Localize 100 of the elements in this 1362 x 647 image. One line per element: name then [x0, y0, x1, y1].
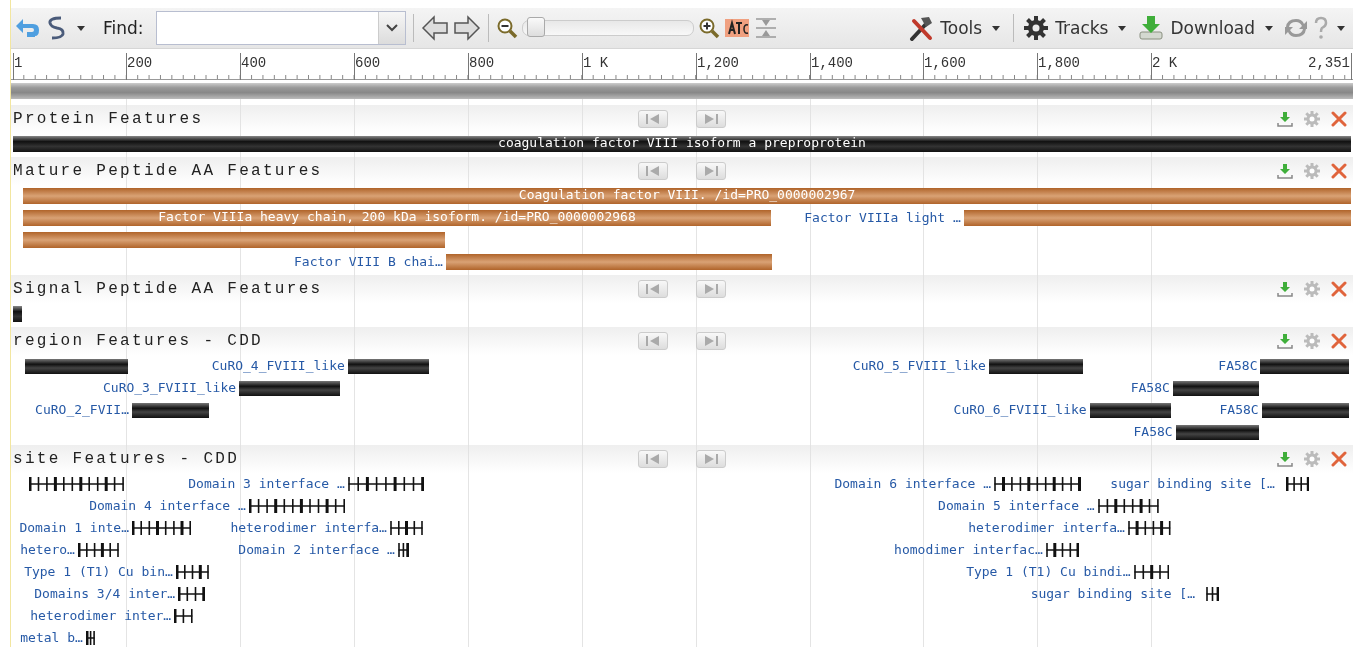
skip-start-icon: [646, 335, 660, 347]
refresh-icon[interactable]: [1283, 16, 1309, 40]
scroll-left-button[interactable]: [638, 332, 668, 350]
site-marker[interactable]: [174, 608, 194, 624]
ruler-label: 600: [355, 55, 381, 71]
download-icon[interactable]: [1277, 333, 1293, 349]
feature-bar[interactable]: [13, 306, 23, 322]
feature-label[interactable]: FA58C: [1219, 401, 1259, 419]
feature-label[interactable]: Domain 6 interface …: [834, 475, 991, 493]
site-marker[interactable]: [1205, 586, 1219, 602]
feature-label[interactable]: heterodimer interfa…: [230, 519, 387, 537]
feature-label[interactable]: Domain 1 inte…: [19, 519, 129, 537]
slider-thumb[interactable]: [527, 17, 546, 37]
download-icon[interactable]: [1277, 281, 1293, 297]
scroll-right-button[interactable]: [696, 450, 726, 468]
close-icon[interactable]: [1331, 111, 1347, 127]
feature-bar[interactable]: coagulation factor VIII isoform a preproprotein: [13, 136, 1351, 152]
feature-label[interactable]: Domain 4 interface …: [89, 497, 246, 515]
scroll-left-button[interactable]: [638, 110, 668, 128]
feature-label[interactable]: homodimer interfac…: [894, 541, 1043, 559]
feature-label[interactable]: Domain 5 interface …: [938, 497, 1095, 515]
site-marker[interactable]: [347, 476, 424, 492]
site-marker[interactable]: [994, 476, 1081, 492]
ruler-label: 200: [127, 55, 153, 71]
feature-label[interactable]: Domain 2 interface …: [238, 541, 395, 559]
feature-label[interactable]: CuRO_3_FVIII_like: [103, 379, 237, 397]
feature-label[interactable]: CuRO_6_FVIII_like: [953, 401, 1087, 419]
close-icon[interactable]: [1331, 281, 1347, 297]
feature-label[interactable]: FA58C: [1130, 379, 1170, 397]
site-marker[interactable]: [1127, 520, 1171, 536]
pan-right-icon[interactable]: [452, 15, 481, 41]
site-marker[interactable]: [1285, 476, 1309, 492]
menu-button[interactable]: Tools: [906, 15, 1007, 41]
feature-label[interactable]: Type 1 (T1) Cu bin…: [24, 563, 173, 581]
feature-label[interactable]: sugar binding site […: [1110, 475, 1283, 493]
download-icon[interactable]: [1277, 163, 1293, 179]
tools-icon: [908, 15, 935, 41]
feature-label[interactable]: FA58C: [1218, 357, 1258, 375]
skip-start-icon: [646, 113, 660, 125]
help-icon[interactable]: [1313, 16, 1329, 40]
site-marker[interactable]: [175, 564, 209, 580]
caret-icon[interactable]: [1337, 25, 1345, 31]
skip-start-icon: [646, 165, 660, 177]
site-marker[interactable]: [85, 630, 95, 646]
feature-label[interactable]: CuRO_5_FVIII_like: [852, 357, 986, 375]
scroll-left-button[interactable]: [638, 450, 668, 468]
site-marker[interactable]: [248, 498, 345, 514]
download-icon[interactable]: [1277, 111, 1293, 127]
skip-start-icon: [646, 283, 660, 295]
feature-label[interactable]: Domain 3 interface …: [188, 475, 345, 493]
site-marker[interactable]: [1133, 564, 1169, 580]
gear-icon: [1023, 15, 1050, 41]
ruler-label: 1,600: [924, 55, 966, 71]
feature-label[interactable]: CuRO_2_FVII…: [35, 401, 129, 419]
feature-label[interactable]: Type 1 (T1) Cu bindi…: [966, 563, 1131, 581]
skip-end-icon: [704, 283, 718, 295]
dropdown-button[interactable]: [377, 12, 405, 44]
feature-label[interactable]: metal b…: [20, 629, 83, 647]
download-icon[interactable]: [1277, 451, 1293, 467]
feature-label[interactable]: heterodimer interfa…: [968, 519, 1125, 537]
find-field[interactable]: [155, 11, 406, 45]
site-marker[interactable]: [389, 520, 423, 536]
caret-icon[interactable]: [77, 25, 85, 31]
site-marker[interactable]: [28, 476, 124, 492]
feature-label[interactable]: sugar binding site […: [1030, 585, 1203, 603]
close-icon[interactable]: [1331, 333, 1347, 349]
skip-end-icon: [704, 453, 718, 465]
pan-left-icon[interactable]: [420, 15, 449, 41]
feature-label[interactable]: hetero…: [20, 541, 75, 559]
scroll-left-button[interactable]: [638, 162, 668, 180]
caret-icon: [1118, 25, 1127, 31]
scroll-right-button[interactable]: [696, 110, 726, 128]
feature-label[interactable]: Factor VIIIa light …: [804, 209, 961, 227]
sequence-icon[interactable]: [723, 17, 750, 39]
site-marker[interactable]: [397, 542, 409, 558]
ruler-label: 2,351: [1308, 55, 1350, 71]
feature-label[interactable]: CuRO_4_FVIII_like: [211, 357, 345, 375]
site-marker[interactable]: [77, 542, 119, 558]
menu-button[interactable]: Tracks: [1021, 15, 1133, 41]
scroll-left-button[interactable]: [638, 280, 668, 298]
scroll-right-button[interactable]: [696, 332, 726, 350]
zoom-slider[interactable]: [521, 20, 694, 36]
ruler-label: 400: [241, 55, 267, 71]
feature-label[interactable]: Factor VIII B chai…: [294, 253, 443, 271]
track-title: site Features - CDD: [13, 450, 240, 468]
feature-label[interactable]: Domains 3/4 inter…: [34, 585, 176, 603]
site-marker[interactable]: [132, 520, 191, 536]
close-icon[interactable]: [1331, 163, 1347, 179]
zoom-in-icon[interactable]: [697, 17, 720, 39]
scroll-right-button[interactable]: [696, 280, 726, 298]
skip-start-icon: [646, 453, 660, 465]
feature-label[interactable]: heterodimer inter…: [30, 607, 172, 625]
close-icon[interactable]: [1331, 451, 1347, 467]
menu-button[interactable]: Download: [1136, 15, 1279, 41]
scroll-right-button[interactable]: [696, 162, 726, 180]
site-marker[interactable]: [178, 586, 206, 602]
feature-label[interactable]: FA58C: [1133, 423, 1173, 441]
site-marker[interactable]: [1097, 498, 1159, 514]
site-marker[interactable]: [1045, 542, 1079, 558]
zoom-out-icon[interactable]: [495, 17, 518, 39]
